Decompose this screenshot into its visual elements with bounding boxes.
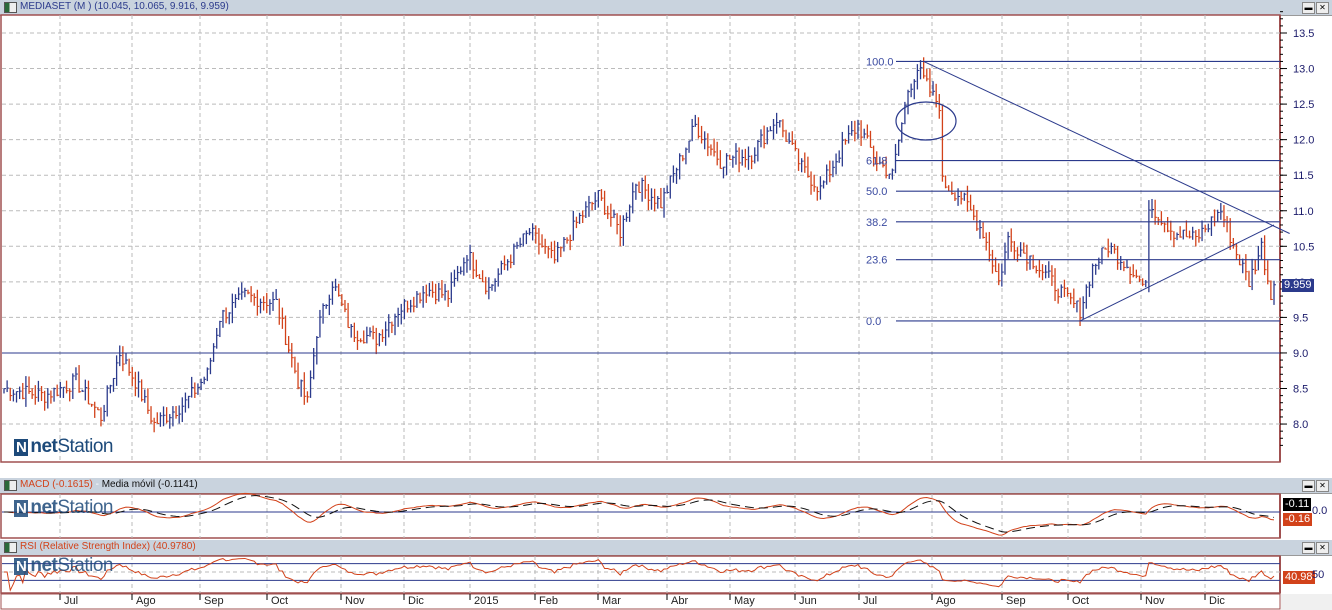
month-label: 2015 [474,595,499,607]
month-label: Oct [271,595,289,607]
y-tick-label: 12.0 [1293,135,1314,147]
month-label: Nov [345,595,365,607]
y-tick-label: 9.0 [1293,348,1308,360]
macd-value-badge: -0.16 [1283,513,1313,526]
month-label: Jul [64,595,79,607]
fibonacci-level-label: 38.2 [866,217,887,229]
month-label: Dic [1209,595,1225,607]
month-label: Ago [136,595,156,607]
fibonacci-level-label: 50.0 [866,186,887,198]
rsi-axis-label: 50 [1312,569,1325,581]
y-tick-label: 11.5 [1293,170,1314,182]
month-label: Dic [408,595,424,607]
fibonacci-level-label: 100.0 [866,56,894,68]
corner [1281,594,1332,610]
fibonacci-level-label: 0.0 [866,316,881,328]
price-chart[interactable]: 13.513.012.512.011.511.010.510.09.59.08.… [0,0,1332,610]
y-tick-label: 10.5 [1293,241,1314,253]
fibonacci-level-label: 23.6 [866,255,887,267]
netstation-logo: NnetStation [14,497,113,518]
month-label: Nov [1145,595,1165,607]
month-label: Ago [936,595,956,607]
panel-frame [0,14,1281,463]
y-tick-label: 8.0 [1293,419,1308,431]
month-label: Mar [602,595,621,607]
y-tick-label: 13.0 [1293,64,1314,76]
macd-signal-badge: -0.11 [1283,498,1312,511]
month-label: Abr [671,595,689,607]
month-label: Oct [1072,595,1090,607]
y-tick-label: 11.0 [1293,206,1314,218]
netstation-logo: NnetStation [14,436,113,457]
rsi-value-badge: 40.98 [1283,571,1315,584]
month-label: Sep [1006,595,1026,607]
month-label: Sep [204,595,224,607]
panel-frame [0,493,1281,539]
macd-axis-label: 0.0 [1312,505,1328,517]
y-tick-label: 13.5 [1293,28,1314,40]
last-price-badge: 9.959 [1282,279,1314,292]
month-label: Jun [799,595,817,607]
netstation-logo: NnetStation [14,555,113,576]
y-tick-label: 9.5 [1293,312,1308,324]
fibonacci-level-label: 61.8 [866,156,887,168]
y-tick-label: 12.5 [1293,99,1314,111]
month-label: May [734,595,755,607]
month-label: Feb [539,595,558,607]
y-tick-label: 8.5 [1293,384,1308,396]
month-label: Jul [863,595,878,607]
